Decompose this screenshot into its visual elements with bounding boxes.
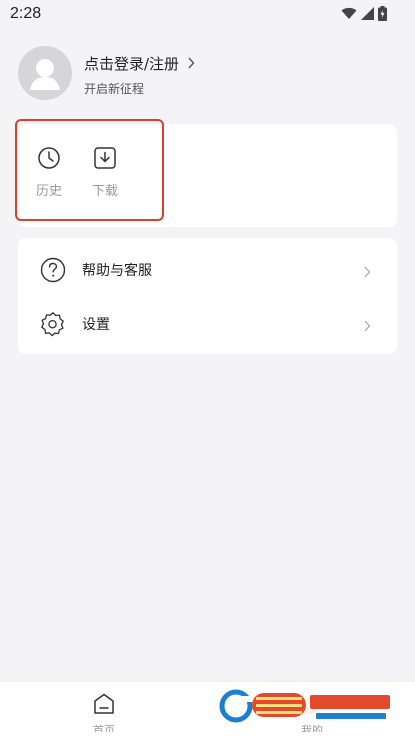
- signal-icon: [361, 7, 374, 20]
- chevron-right-icon: [363, 317, 371, 336]
- quick-actions-card: 历史 下载: [18, 124, 397, 227]
- menu-item-help[interactable]: 帮助与客服: [18, 248, 397, 292]
- chevron-right-icon: [363, 263, 371, 282]
- home-icon: [94, 693, 114, 714]
- wifi-icon: [341, 7, 357, 20]
- download-button[interactable]: 下载: [85, 146, 125, 199]
- profile-header[interactable]: 点击登录/注册 开启新征程: [18, 46, 398, 102]
- settings-label: 设置: [82, 317, 110, 333]
- download-label: 下载: [91, 184, 118, 199]
- watermark-logo: [216, 687, 396, 725]
- status-bar: 2:28: [0, 0, 415, 30]
- status-icons: [341, 6, 387, 21]
- gear-icon: [41, 312, 64, 337]
- battery-icon: [378, 6, 387, 21]
- login-label: 点击登录/注册: [84, 55, 180, 73]
- question-icon: [40, 257, 66, 283]
- user-silhouette-icon: [30, 59, 60, 90]
- clock-icon: [38, 147, 60, 169]
- chevron-right-icon: [187, 55, 195, 73]
- menu-card: 帮助与客服 设置: [18, 238, 397, 354]
- status-time: 2:28: [10, 5, 42, 22]
- history-label: 历史: [35, 184, 62, 199]
- profile-subtitle: 开启新征程: [84, 82, 145, 96]
- menu-item-settings[interactable]: 设置: [18, 302, 397, 346]
- download-icon: [94, 147, 116, 169]
- nav-home-label: 首页: [93, 724, 115, 732]
- help-label: 帮助与客服: [82, 263, 152, 279]
- login-link[interactable]: 点击登录/注册: [84, 53, 195, 74]
- avatar[interactable]: [18, 46, 72, 100]
- nav-home[interactable]: 首页: [82, 692, 126, 732]
- history-button[interactable]: 历史: [29, 146, 69, 199]
